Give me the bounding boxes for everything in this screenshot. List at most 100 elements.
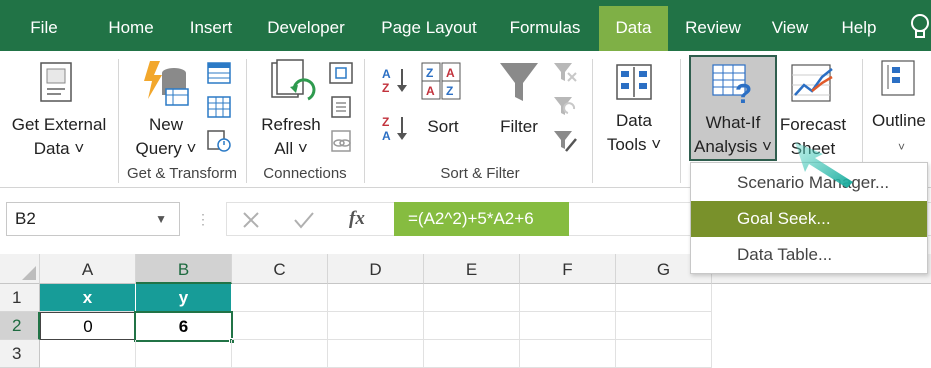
cell-g2[interactable] [616,312,712,340]
sort-descending-button[interactable]: Z A [380,113,410,143]
cell-a3[interactable] [40,340,136,368]
clear-filter-icon[interactable] [552,61,578,85]
cell-c1[interactable] [232,284,328,312]
cell-f1[interactable] [520,284,616,312]
svg-text:Z: Z [426,66,433,80]
tab-home[interactable]: Home [95,0,167,51]
row-header-2[interactable]: 2 [0,312,40,340]
refresh-label-1: Refresh [261,115,321,134]
advanced-filter-icon[interactable] [552,129,578,153]
what-if-analysis-button[interactable]: ? What-If Analysis ˅ [689,55,777,161]
refresh-label-2: All ˅ [274,139,308,158]
cell-e3[interactable] [424,340,520,368]
reapply-filter-icon[interactable] [552,95,578,119]
name-box-value: B2 [15,209,36,228]
filter-label: Filter [500,117,538,136]
cell-g1[interactable] [616,284,712,312]
formula-bar-splitter[interactable]: ⋮ [196,208,210,230]
column-header-a[interactable]: A [40,254,136,284]
filter-button[interactable]: Filter [492,59,546,163]
cell-a1[interactable]: x [40,284,136,312]
cell-d2[interactable] [328,312,424,340]
tab-review[interactable]: Review [676,0,750,51]
excel-window: File Home Insert Developer Page Layout F… [0,0,931,368]
menu-item-goal-seek[interactable]: Goal Seek... [691,201,927,237]
sort-za-icon: Z A [382,115,407,143]
tab-developer[interactable]: Developer [256,0,356,51]
tab-file[interactable]: File [18,0,70,51]
svg-text:A: A [426,84,435,98]
cell-b1[interactable]: y [136,284,232,312]
svg-text:A: A [382,67,391,81]
cell-g3[interactable] [616,340,712,368]
row-header-3[interactable]: 3 [0,340,40,368]
name-box[interactable]: B2 ▼ [6,202,180,236]
cell-a2[interactable]: 0 [40,312,136,340]
lightbulb-icon[interactable] [909,12,931,44]
tab-data[interactable]: Data [599,6,668,51]
column-header-f[interactable]: F [520,254,616,284]
what-if-label-2: Analysis ˅ [694,137,772,156]
external-data-icon [40,62,72,102]
recent-sources-icon[interactable] [206,129,232,153]
separator [246,59,247,183]
cancel-icon[interactable] [241,210,261,230]
tab-page-layout[interactable]: Page Layout [368,0,490,51]
cell-d1[interactable] [328,284,424,312]
select-all-corner[interactable] [0,254,40,284]
ribbon-tab-bar: File Home Insert Developer Page Layout F… [0,0,931,51]
sort-az-icon: A Z [382,67,407,95]
show-queries-icon[interactable] [206,61,232,85]
separator [364,59,365,183]
outline-icon [881,60,915,96]
cell-d3[interactable] [328,340,424,368]
what-if-label-1: What-If [705,113,761,132]
from-table-icon[interactable] [206,95,232,119]
outline-button[interactable]: Outline ˅ [870,59,931,163]
properties-icon[interactable] [328,95,354,119]
cell-e1[interactable] [424,284,520,312]
column-header-c[interactable]: C [232,254,328,284]
svg-text:Z: Z [446,84,453,98]
tab-insert[interactable]: Insert [178,0,244,51]
chevron-down-icon[interactable]: ▼ [155,203,167,235]
cell-b3[interactable] [136,340,232,368]
refresh-all-button[interactable]: Refresh All ˅ [254,59,328,163]
menu-item-data-table[interactable]: Data Table... [691,237,927,273]
select-all-triangle-icon [22,266,36,280]
data-tools-icon [616,64,652,100]
cell-e2[interactable] [424,312,520,340]
forecast-label-1: Forecast [779,115,847,134]
sort-ascending-button[interactable]: A Z [380,65,410,95]
tab-view[interactable]: View [762,0,818,51]
insert-function-icon[interactable]: fx [349,203,365,235]
cell-f3[interactable] [520,340,616,368]
refresh-icon [271,59,316,101]
edit-links-icon[interactable] [328,129,354,153]
cell-f2[interactable] [520,312,616,340]
row-header-1[interactable]: 1 [0,284,40,312]
what-if-icon: ? [712,64,752,107]
new-query-button[interactable]: New Query ˅ [124,59,208,163]
svg-text:A: A [382,129,391,143]
sort-dialog-icon: Z A A Z [421,62,461,100]
formula-input[interactable]: =(A2^2)+5*A2+6 [394,202,569,236]
group-label-connections: Connections [263,165,347,182]
connections-icon[interactable] [328,61,354,85]
tab-formulas[interactable]: Formulas [500,0,590,51]
cell-c3[interactable] [232,340,328,368]
cell-b2-selected[interactable]: 6 [134,311,233,342]
tab-help[interactable]: Help [830,0,888,51]
data-tools-button[interactable]: Data Tools ˅ [598,59,670,163]
data-tools-label-1: Data [616,111,652,130]
sort-button[interactable]: Z A A Z Sort [418,59,468,163]
group-label-sort-filter: Sort & Filter [440,165,520,182]
svg-text:Z: Z [382,81,389,95]
get-external-data-button[interactable]: Get External Data ˅ [4,59,114,163]
column-header-e[interactable]: E [424,254,520,284]
pointer-arrow-icon [795,142,853,188]
cell-c2[interactable] [232,312,328,340]
column-header-b[interactable]: B [136,254,232,284]
column-header-d[interactable]: D [328,254,424,284]
enter-check-icon[interactable] [293,210,315,230]
